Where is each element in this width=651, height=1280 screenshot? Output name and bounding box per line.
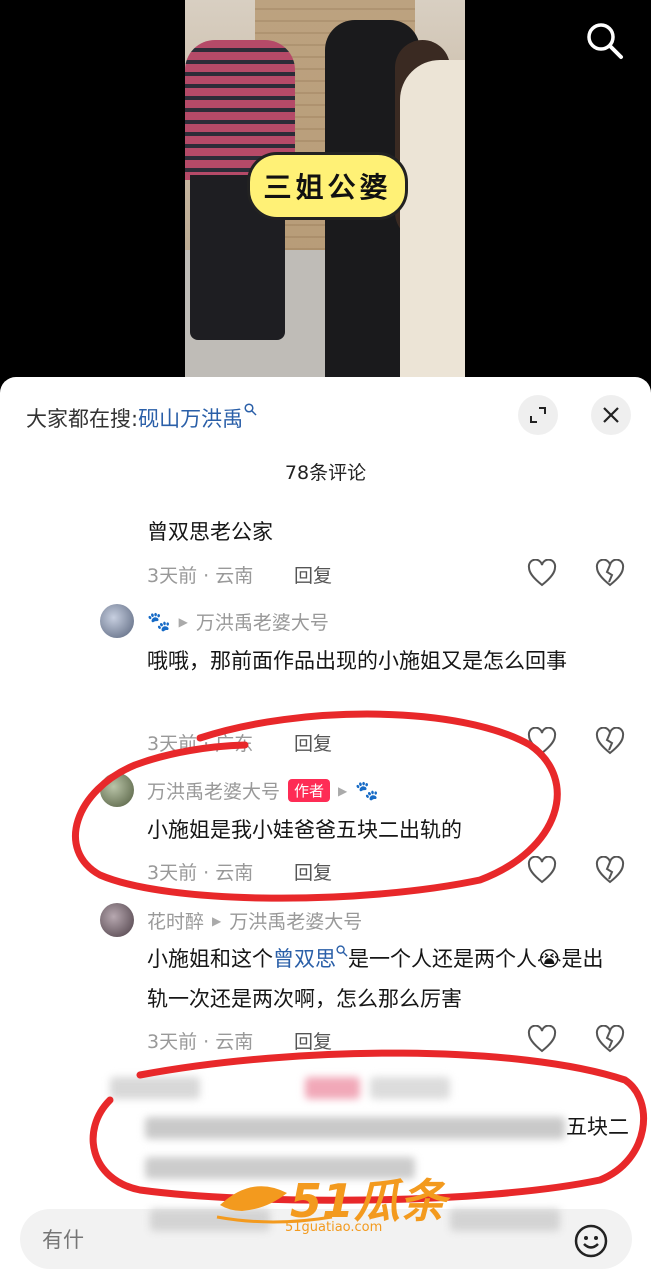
blur-block [110, 1077, 200, 1099]
blur-block [145, 1117, 565, 1139]
avatar[interactable] [100, 604, 134, 638]
comment-sheet: 大家都在搜:砚山万洪禹 78条评论 曾双思老公家 3天前 · 云南 回复 🐾 ▶… [0, 377, 651, 1280]
blur-block [450, 1209, 560, 1231]
video-player[interactable]: 三姐公婆 [0, 0, 651, 420]
close-icon [603, 407, 619, 423]
dislike-icon[interactable] [595, 559, 625, 587]
blur-block [370, 1077, 450, 1099]
reply-arrow-icon: ▶ [338, 783, 348, 798]
suggestion-keyword[interactable]: 砚山万洪禹 [138, 407, 243, 431]
comment-username[interactable]: 花时醉 [147, 907, 204, 934]
comment-text: 小施姐和这个曾双思 是一个人还是两个人😭是出轨一次还是两次啊，怎么那么厉害 [147, 939, 617, 1019]
comment-time-location: 3天前 · 广东 [147, 733, 254, 755]
comment-meta: 花时醉 ▶ 万洪禹老婆大号 [147, 907, 362, 934]
comment-time-location: 3天前 · 云南 [147, 1031, 254, 1053]
reply-to-username[interactable]: 🐾 [355, 779, 379, 802]
reply-button[interactable]: 回复 [294, 858, 332, 885]
avatar[interactable] [100, 773, 134, 807]
comment-meta: 🐾 ▶ 万洪禹老婆大号 [147, 608, 329, 635]
like-icon[interactable] [527, 1025, 557, 1053]
reply-button[interactable]: 回复 [294, 729, 332, 756]
comment-meta: 万洪禹老婆大号 作者 ▶ 🐾 [147, 777, 379, 804]
avatar[interactable] [100, 903, 134, 937]
like-icon[interactable] [527, 559, 557, 587]
comment-count: 78条评论 [284, 462, 367, 484]
search-suggestion[interactable]: 大家都在搜:砚山万洪禹 [26, 403, 257, 433]
comment-username[interactable]: 🐾 [147, 610, 171, 633]
dislike-icon[interactable] [595, 1025, 625, 1053]
reply-to-username[interactable]: 万洪禹老婆大号 [229, 907, 362, 934]
comment-text: 曾双思老公家 [147, 520, 273, 544]
suggestion-prefix: 大家都在搜: [26, 407, 139, 431]
keyword-search-icon [336, 945, 348, 957]
comment-text: 哦哦，那前面作品出现的小施姐又是怎么回事 [147, 649, 567, 673]
caption-sticker: 三姐公婆 [247, 152, 408, 220]
comment-keyword-link[interactable]: 曾双思 [273, 947, 336, 971]
comment-time-location: 3天前 · 云南 [147, 565, 254, 587]
reply-button[interactable]: 回复 [294, 561, 332, 588]
comment-time-location: 3天前 · 云南 [147, 862, 254, 884]
dislike-icon[interactable] [595, 727, 625, 755]
comment-username[interactable]: 万洪禹老婆大号 [147, 777, 280, 804]
like-icon[interactable] [527, 727, 557, 755]
author-badge: 作者 [288, 779, 331, 802]
blur-block [305, 1077, 360, 1099]
partial-comment-text: 五块二 [566, 1115, 629, 1139]
comment-text-part: 小施姐和这个 [147, 947, 273, 971]
watermark-url: 51guatiao.com [285, 1220, 383, 1235]
close-button[interactable] [591, 395, 631, 435]
reply-button[interactable]: 回复 [294, 1027, 332, 1054]
comment-text: 小施姐是我小娃爸爸五块二出轨的 [147, 818, 462, 842]
reply-arrow-icon: ▶ [178, 614, 188, 629]
dislike-icon[interactable] [595, 856, 625, 884]
reply-to-username[interactable]: 万洪禹老婆大号 [196, 608, 329, 635]
search-icon[interactable] [584, 20, 624, 60]
reply-arrow-icon: ▶ [212, 913, 222, 928]
suggestion-search-icon [244, 403, 257, 416]
expand-icon [530, 407, 546, 423]
like-icon[interactable] [527, 856, 557, 884]
expand-button[interactable] [518, 395, 558, 435]
video-person-right [400, 60, 465, 385]
video-frame: 三姐公婆 [185, 0, 465, 385]
